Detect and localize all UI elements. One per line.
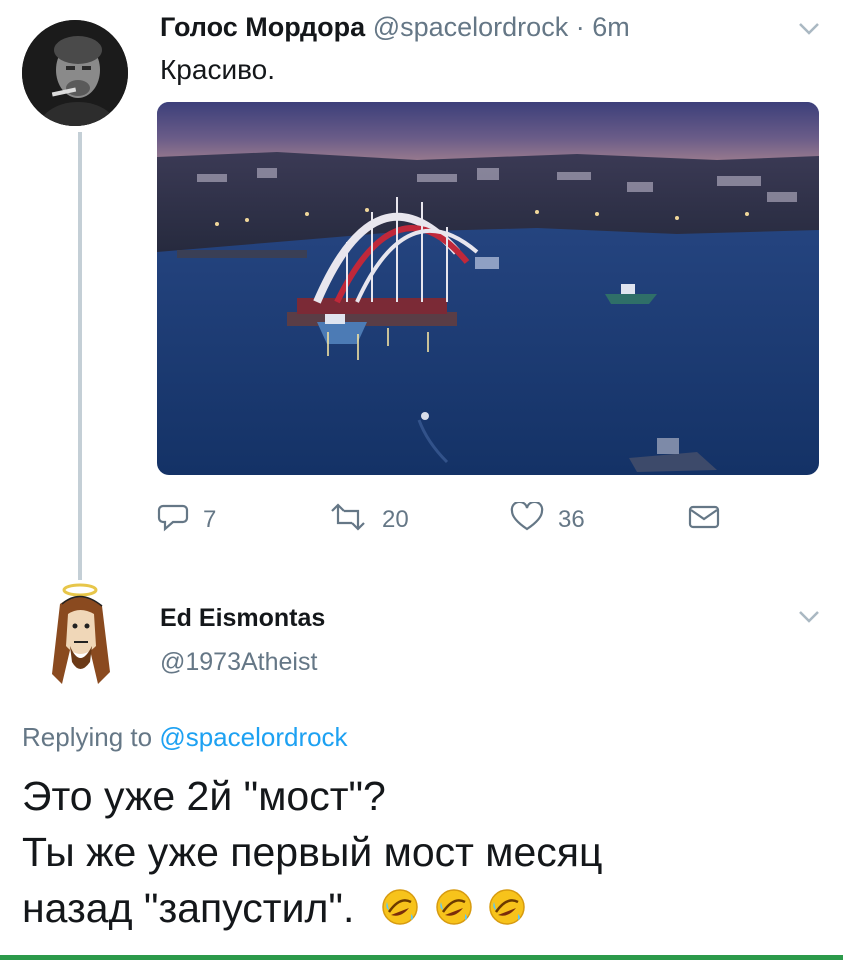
- tweet1-handle[interactable]: @spacelordrock: [373, 12, 569, 42]
- replying-to-line: Replying to @spacelordrock: [22, 722, 348, 753]
- heart-icon: [510, 500, 544, 539]
- reply-icon: [157, 502, 189, 539]
- replying-to-prefix: Replying to: [22, 722, 153, 752]
- tweet1-like-action[interactable]: 36: [510, 500, 585, 540]
- reply-count: 7: [203, 506, 217, 533]
- thread-line: [78, 132, 82, 580]
- tweet1-dm-action[interactable]: [688, 500, 720, 540]
- tweet2-handle[interactable]: @1973Atheist: [160, 648, 317, 677]
- bottom-accent-bar: [0, 955, 843, 960]
- tweet2-text-line1: Это уже 2й "мост"?: [22, 773, 386, 819]
- tweet1-reply-action[interactable]: 7: [157, 500, 216, 540]
- tweet1-photo[interactable]: [157, 102, 819, 475]
- tweet2-menu-chevron-icon[interactable]: [798, 604, 820, 630]
- rolling-on-floor-laughing-emoji-icon: [488, 884, 526, 925]
- retweet-icon: [328, 502, 368, 538]
- tweet1-retweet-action[interactable]: 20: [328, 500, 409, 540]
- tweet1-header: Голос Мордора @spacelordrock · 6m: [160, 12, 630, 43]
- tweet1-time[interactable]: · 6m: [576, 12, 630, 42]
- tweet1-text: Красиво.: [160, 54, 276, 85]
- tweet1-display-name[interactable]: Голос Мордора: [160, 12, 365, 42]
- envelope-icon: [688, 504, 720, 537]
- tweet2-text: Это уже 2й "мост"? Ты же уже первый мост…: [22, 768, 832, 936]
- retweet-count: 20: [382, 506, 409, 533]
- like-count: 36: [558, 506, 585, 533]
- tweet2-display-name[interactable]: Ed Eismontas: [160, 604, 325, 633]
- rolling-on-floor-laughing-emoji-icon: [381, 884, 419, 925]
- tweet2-text-line3: назад "запустил".: [22, 885, 366, 931]
- replying-to-handle-link[interactable]: @spacelordrock: [159, 722, 347, 752]
- rolling-on-floor-laughing-emoji-icon: [435, 884, 473, 925]
- user-avatar-golos-mordora[interactable]: [22, 20, 128, 126]
- tweet1-menu-chevron-icon[interactable]: [798, 16, 820, 42]
- user-avatar-ed-eismontas[interactable]: [40, 580, 122, 690]
- tweet2-text-line2: Ты же уже первый мост месяц: [22, 829, 603, 875]
